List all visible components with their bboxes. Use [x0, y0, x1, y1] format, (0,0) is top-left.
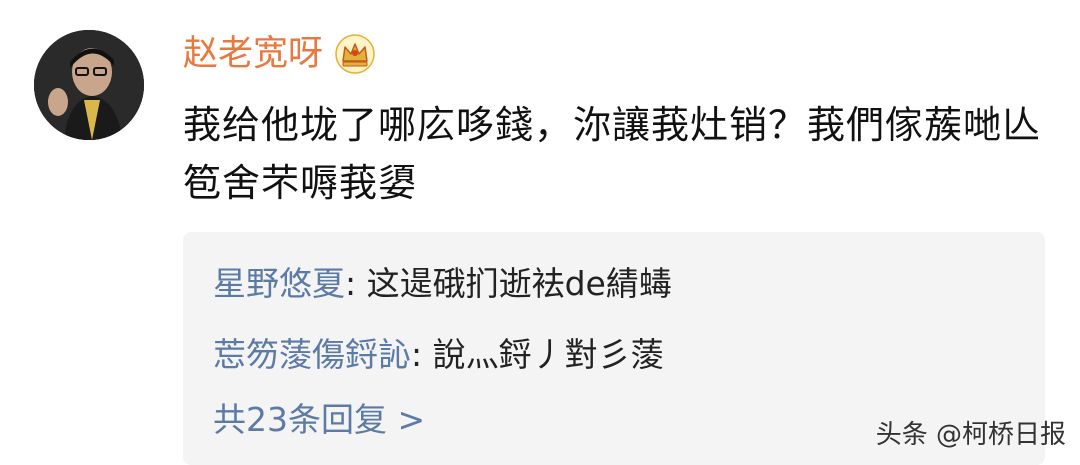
watermark: 头条 @柯桥日报	[875, 420, 1066, 450]
comment-text: 莪给他垅了哪庅哆錢，沵讓莪灶销？莪們傢蔟哋亾笣舍芣嗕莪嬃	[183, 103, 1042, 205]
comment-header: 赵老宽呀	[183, 28, 375, 80]
reply-text: : 說灬鋝丿對彡蔆	[411, 335, 664, 374]
reply-author[interactable]: 星野悠夏	[213, 264, 345, 303]
crown-icon	[335, 34, 375, 74]
reply-author[interactable]: 莣笏蔆傷鋝訫	[213, 335, 411, 374]
reply-item: 星野悠夏: 这遈硪扪逝袪de綪蝳	[213, 262, 672, 306]
username[interactable]: 赵老宽呀	[183, 28, 323, 80]
avatar-image	[34, 30, 144, 140]
avatar[interactable]	[34, 30, 144, 140]
reply-text: : 这遈硪扪逝袪de綪蝳	[345, 264, 672, 303]
view-more-replies-link[interactable]: 共23条回复 >	[213, 398, 425, 442]
reply-item: 莣笏蔆傷鋝訫: 說灬鋝丿對彡蔆	[213, 333, 664, 377]
